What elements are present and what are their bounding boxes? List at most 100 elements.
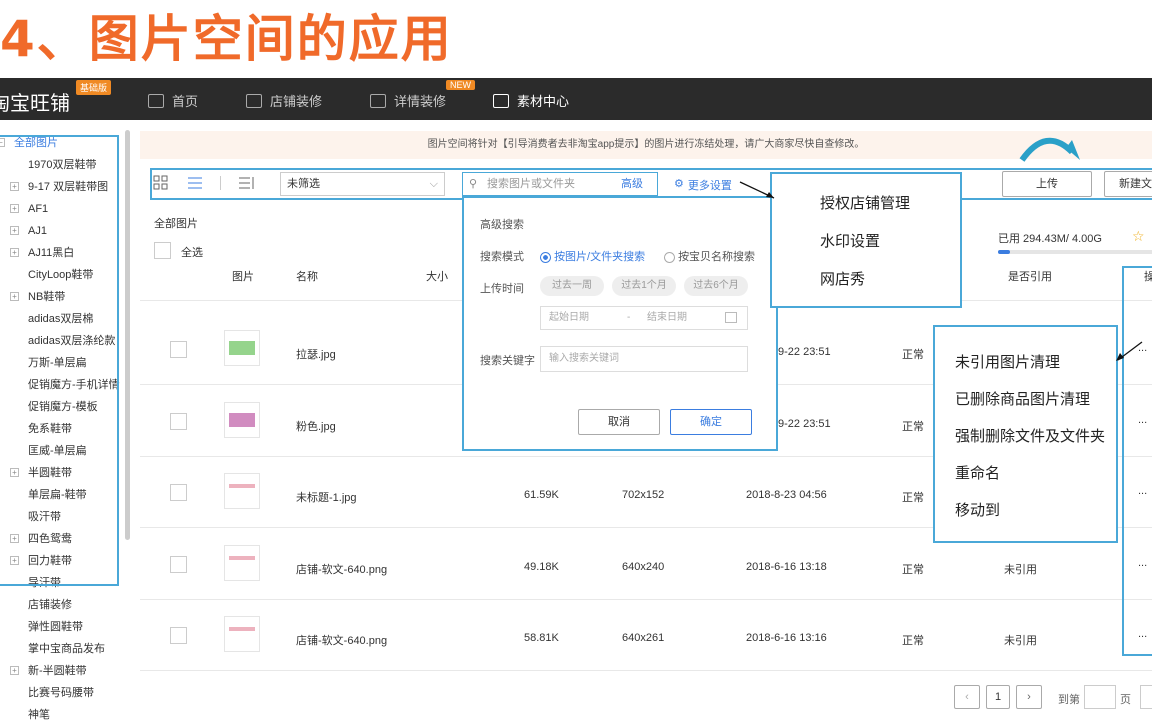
nav-item-label: 详情装修: [394, 94, 447, 109]
filter-select[interactable]: 未筛选 ⌵: [280, 172, 445, 196]
advanced-search-title: 高级搜索: [480, 219, 524, 231]
file-name[interactable]: 未标题-1.jpg: [296, 489, 357, 505]
tree-item[interactable]: + 新-半圆鞋带: [0, 660, 124, 682]
prev-page-button[interactable]: ‹: [954, 685, 980, 709]
cancel-button[interactable]: 取消: [578, 409, 660, 435]
menu-item-rename[interactable]: 重命名: [955, 462, 1000, 483]
menu-item-clean-unused[interactable]: 未引用图片清理: [955, 351, 1060, 372]
tree-item-label: 神笔: [28, 709, 50, 720]
tree-item[interactable]: 店铺装修: [0, 594, 124, 616]
time-option-week[interactable]: 过去一周: [540, 276, 604, 296]
row-checkbox[interactable]: [170, 412, 187, 430]
image-thumbnail[interactable]: [224, 616, 260, 652]
upload-date: 9-22 23:51: [778, 346, 831, 358]
menu-item-clean-deleted[interactable]: 已删除商品图片清理: [955, 388, 1090, 409]
goto-page-input[interactable]: [1084, 685, 1116, 709]
file-name[interactable]: 拉瑟.jpg: [296, 346, 336, 362]
current-page[interactable]: 1: [986, 685, 1010, 709]
page-label: 页: [1120, 694, 1131, 706]
breadcrumb[interactable]: 全部图片: [154, 215, 198, 231]
upload-date: 9-22 23:51: [778, 417, 831, 430]
time-option-six-months[interactable]: 过去6个月: [684, 276, 748, 296]
tree-item[interactable]: 神笔: [0, 704, 124, 720]
mode-option-image[interactable]: 按图片/文件夹搜索: [540, 248, 645, 264]
brand-logo[interactable]: 淘宝旺铺: [0, 87, 70, 116]
advanced-search-panel: 高级搜索 搜索模式 按图片/文件夹搜索 按宝贝名称搜索 上传时间 过去一周 过去…: [462, 196, 778, 451]
nav-item-label: 首页: [172, 94, 199, 109]
select-all-label: 全选: [181, 247, 203, 259]
tree-item[interactable]: 比赛号码腰带: [0, 682, 124, 704]
date-range-picker[interactable]: 起始日期 - 结束日期: [540, 306, 748, 330]
row-divider: [140, 598, 1152, 600]
confirm-button[interactable]: 确定: [670, 409, 752, 435]
file-name[interactable]: 粉色.jpg: [296, 418, 336, 434]
folder-icon: [493, 93, 509, 108]
sidebar-scrollbar[interactable]: [125, 130, 130, 540]
list-view-icon[interactable]: [187, 175, 203, 194]
image-thumbnail[interactable]: [224, 544, 260, 581]
row-checkbox[interactable]: [170, 341, 187, 358]
nav-item-label: 素材中心: [517, 94, 570, 109]
sort-icon[interactable]: [238, 175, 256, 194]
row-checkbox[interactable]: [170, 484, 187, 501]
more-settings-button[interactable]: ⚙ 更多设置: [674, 177, 732, 193]
image-status: 正常: [902, 492, 924, 504]
highlight-frame-actions: [1122, 266, 1152, 656]
time-option-month[interactable]: 过去1个月: [612, 276, 676, 296]
grid-view-icon[interactable]: [153, 175, 169, 194]
advanced-search-toggle[interactable]: 高级: [621, 173, 643, 195]
menu-item-shop-show[interactable]: 网店秀: [820, 268, 865, 289]
gear-icon: ⚙: [674, 178, 684, 190]
end-date-input[interactable]: 结束日期: [647, 307, 687, 329]
menu-item-force-delete[interactable]: 强制删除文件及文件夹: [955, 425, 1105, 446]
nav-item-material-center[interactable]: 素材中心: [493, 91, 569, 110]
pointer-arrow-icon: [1114, 340, 1144, 369]
menu-item-watermark[interactable]: 水印设置: [820, 230, 880, 251]
more-settings-label: 更多设置: [687, 180, 732, 192]
image-status: 正常: [902, 420, 924, 433]
date-separator: -: [627, 312, 631, 323]
mode-option-label: 按图片/文件夹搜索: [554, 251, 646, 263]
search-box[interactable]: ⚲ 搜索图片或文件夹 高级: [462, 172, 658, 196]
new-folder-button[interactable]: 新建文: [1104, 171, 1152, 197]
menu-item-authorize-shops[interactable]: 授权店铺管理: [820, 192, 910, 213]
radio-icon: [664, 251, 675, 263]
more-settings-menu: 授权店铺管理 水印设置 网店秀: [770, 172, 962, 308]
column-header-size: 大小: [426, 271, 448, 283]
nav-item-home[interactable]: 首页: [148, 91, 198, 110]
image-status: 正常: [902, 349, 924, 361]
row-checkbox[interactable]: [170, 555, 187, 573]
reference-status: 未引用: [1004, 563, 1037, 576]
tree-item[interactable]: 弹性圆鞋带: [0, 616, 124, 638]
search-input[interactable]: 搜索图片或文件夹: [487, 173, 575, 195]
goto-label: 到第: [1058, 694, 1080, 706]
chevron-down-icon: ⌵: [429, 178, 438, 190]
tree-item[interactable]: 掌中宝商品发布: [0, 638, 124, 660]
file-size: 61.59K: [524, 489, 559, 501]
home-icon: [148, 93, 164, 108]
file-name[interactable]: 店铺-软文-640.png: [296, 561, 387, 577]
start-date-input[interactable]: 起始日期: [549, 307, 589, 329]
file-name[interactable]: 店铺-软文-640.png: [296, 632, 387, 648]
top-nav-bar: 淘宝旺铺 基础版 首页 店铺装修 详情装修 NEW 素材中心: [0, 78, 1152, 120]
mode-option-item-name[interactable]: 按宝贝名称搜索: [664, 248, 755, 264]
nav-item-detail-decor[interactable]: 详情装修: [370, 91, 446, 110]
image-thumbnail[interactable]: [224, 401, 260, 438]
next-page-button[interactable]: ›: [1016, 685, 1042, 709]
expand-icon[interactable]: +: [10, 666, 19, 675]
goto-page-button[interactable]: [1140, 685, 1152, 709]
image-thumbnail[interactable]: [224, 330, 260, 366]
calendar-icon[interactable]: [725, 312, 737, 323]
storage-usage-fill: [998, 250, 1010, 254]
search-icon: ⚲: [469, 178, 478, 190]
keyword-input[interactable]: 输入搜索关键词: [540, 346, 748, 372]
star-icon[interactable]: ☆: [1132, 228, 1145, 245]
row-checkbox[interactable]: [170, 627, 187, 644]
menu-item-move-to[interactable]: 移动到: [955, 499, 1000, 520]
image-thumbnail[interactable]: [224, 473, 260, 509]
select-all-checkbox[interactable]: [154, 242, 171, 259]
slide-title: 4、图片空间的应用: [0, 10, 453, 68]
nav-item-shop-decor[interactable]: 店铺装修: [246, 91, 322, 110]
upload-button[interactable]: 上传: [1002, 171, 1092, 197]
freeze-notice: 图片空间将针对【引导消费者去非淘宝app提示】的图片进行冻结处理，请广大商家尽快…: [140, 131, 1152, 159]
